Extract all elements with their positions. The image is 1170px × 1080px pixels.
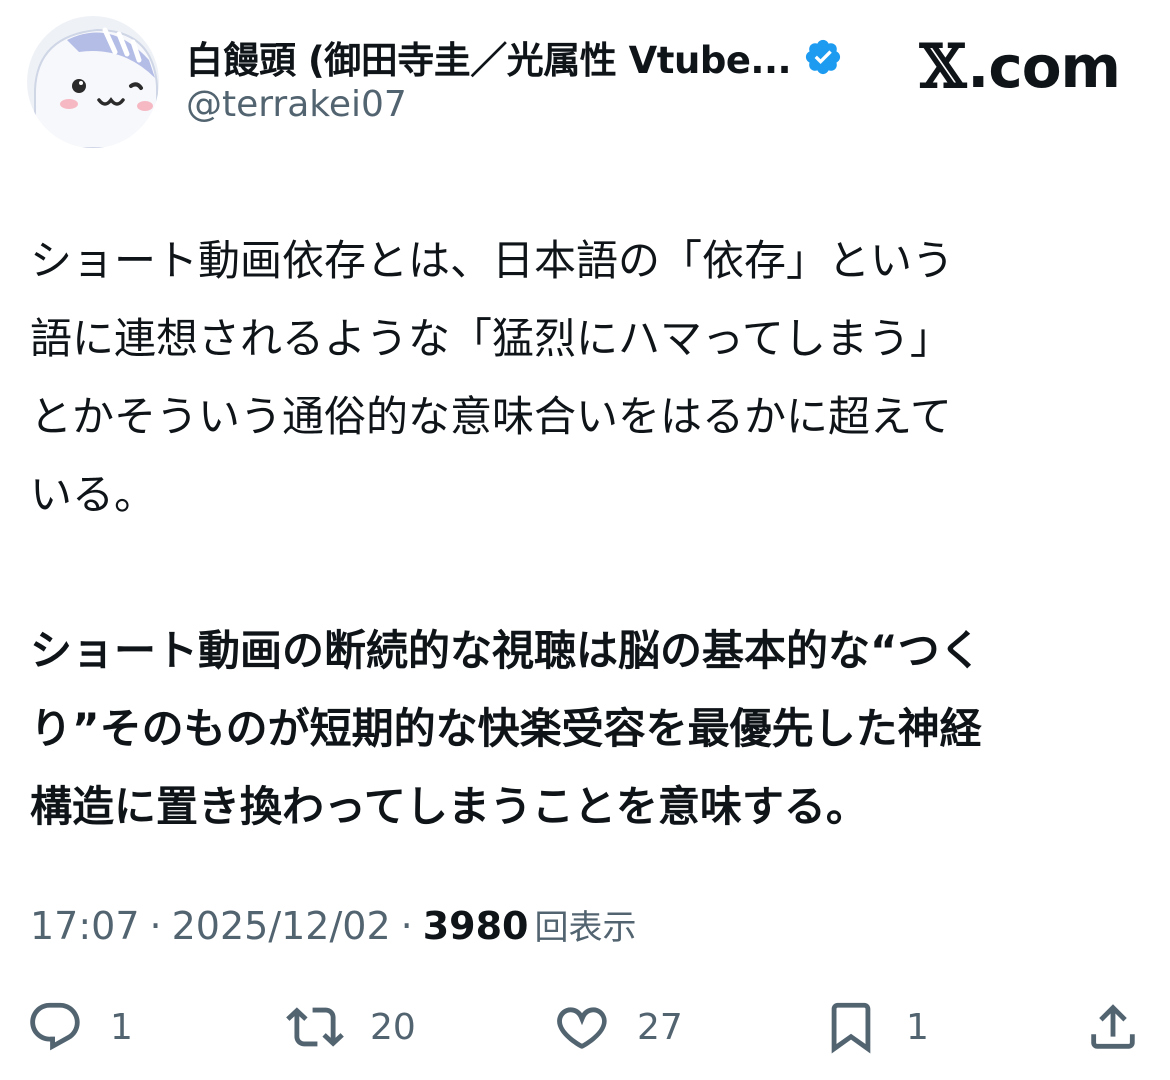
post-body: ショート動画依存とは、日本語の「依存」という 語に連想されるような「猛烈にハマっ… <box>30 222 1140 846</box>
bookmark-icon <box>831 1002 871 1054</box>
share-icon <box>1091 1004 1135 1049</box>
post-line: 構造に置き換わってしまうことを意味する。 <box>30 782 868 831</box>
author-display-name[interactable]: 白饅頭 (御田寺圭／光属性 Vtube... <box>186 30 792 84</box>
post-line: り”そのものが短期的な快楽受容を最優先した神経 <box>30 704 982 753</box>
avatar[interactable] <box>27 16 159 148</box>
bookmark-count: 1 <box>906 1006 929 1048</box>
post-date[interactable]: 2025/12/02 <box>172 904 391 948</box>
x-logo-icon: 𝕏 <box>919 32 967 102</box>
author-name-row[interactable]: 白饅頭 (御田寺圭／光属性 Vtube... <box>186 30 843 84</box>
share-button[interactable] <box>1084 992 1142 1062</box>
post-line: ショート動画依存とは、日本語の「依存」という <box>30 236 955 285</box>
manju-mascot-avatar-icon <box>27 16 159 148</box>
author-handle[interactable]: @terrakei07 <box>186 84 407 125</box>
like-button[interactable]: 27 <box>553 992 683 1062</box>
reply-icon <box>30 1002 80 1051</box>
post-line: 語に連想されるような「猛烈にハマってしまう」 <box>30 314 952 363</box>
post-time[interactable]: 17:07 <box>30 904 140 948</box>
post-meta: 17:07 · 2025/12/02 · 3980 回表示 <box>30 900 637 949</box>
meta-separator: · <box>149 904 162 948</box>
post-line: ショート動画の断続的な視聴は脳の基本的な“つく <box>30 626 982 675</box>
heart-icon <box>557 1007 607 1049</box>
action-bar: 1 20 27 1 <box>0 992 1170 1062</box>
post-line: とかそういう通俗的な意味合いをはるかに超えて <box>30 392 952 441</box>
post-paragraph-2: ショート動画の断続的な視聴は脳の基本的な“つく り”そのものが短期的な快楽受容を… <box>30 612 1140 846</box>
like-count: 27 <box>637 1006 683 1048</box>
reply-count: 1 <box>110 1006 133 1048</box>
retweet-icon <box>286 1007 344 1047</box>
post-line: いる。 <box>30 470 157 519</box>
views-label: 回表示 <box>534 908 637 948</box>
post-paragraph-1: ショート動画依存とは、日本語の「依存」という 語に連想されるような「猛烈にハマっ… <box>30 222 1140 534</box>
brand-label: 𝕏 .com <box>919 32 1121 102</box>
retweet-button[interactable]: 20 <box>286 992 416 1062</box>
verified-badge-icon <box>803 37 843 77</box>
retweet-count: 20 <box>370 1006 416 1048</box>
bookmark-button[interactable]: 1 <box>822 992 929 1062</box>
post-card: 白饅頭 (御田寺圭／光属性 Vtube... @terrakei07 𝕏 .co… <box>0 0 1170 1080</box>
reply-button[interactable]: 1 <box>26 992 133 1062</box>
brand-domain-text: .com <box>967 33 1121 101</box>
meta-separator: · <box>400 904 413 948</box>
views-count[interactable]: 3980 <box>423 904 529 948</box>
